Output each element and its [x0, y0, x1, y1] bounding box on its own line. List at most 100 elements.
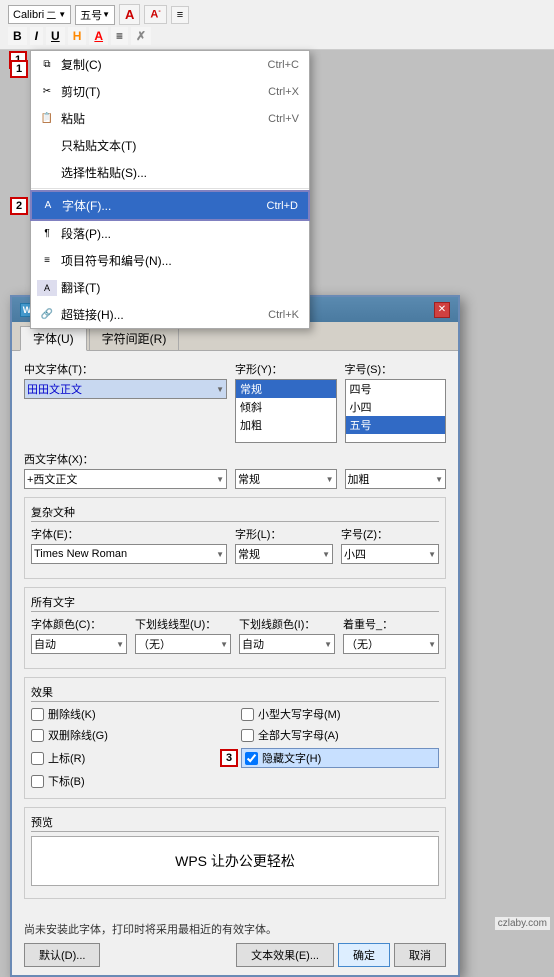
underline-color-select[interactable]: 自动 ▼ [239, 634, 335, 654]
menu-copy-label: 复制(C) [61, 56, 102, 73]
complex-size-select[interactable]: 小四 ▼ [341, 544, 439, 564]
effect-double-strikethrough: 双删除线(G) [31, 727, 229, 743]
menu-item-paragraph[interactable]: ¶ 段落(P)... [31, 220, 309, 247]
menu-item-font[interactable]: 2 A 字体(F)... Ctrl+D [31, 191, 309, 220]
all-text-section: 所有文字 字体颜色(C)： 自动 ▼ 下划线线型(U)： （无） ▼ [24, 587, 446, 669]
font-selector[interactable]: Calibri 二 ▼ [8, 5, 71, 24]
ok-button[interactable]: 确定 [338, 943, 390, 967]
context-menu: 1 ⧉ 复制(C) Ctrl+C ✂ 剪切(T) Ctrl+X 📋 粘贴 Ctr… [30, 50, 310, 329]
complex-font-select[interactable]: Times New Roman ▼ [31, 544, 227, 564]
menu-item-paste-text[interactable]: 只粘贴文本(T) [31, 132, 309, 159]
western-font-label: 西文字体(X)： [24, 451, 227, 467]
toolbar-row2: B I U H A ≡ ✗ [8, 27, 546, 45]
font-name-label: Calibri [13, 9, 44, 21]
menu-item-hyperlink[interactable]: 🔗 超链接(H)... Ctrl+K [31, 301, 309, 328]
tab-font[interactable]: 字体(U) [20, 326, 87, 351]
translate-icon: A [37, 280, 57, 296]
preview-box: WPS 让办公更轻松 [31, 836, 439, 886]
complex-size-label: 字号(Z)： [341, 526, 439, 542]
strikethrough-label: 删除线(K) [48, 706, 96, 722]
copy-icon: ⧉ [37, 57, 57, 73]
underline-button[interactable]: U [46, 27, 65, 45]
form-row-2: 西文字体(X)： +西文正文 ▼ 常规 ▼ 加粗 ▼ [24, 451, 446, 489]
menu-hyperlink-shortcut: Ctrl+K [268, 309, 299, 321]
emphasis-select[interactable]: （无） ▼ [343, 634, 439, 654]
tab-char-spacing[interactable]: 字符间距(R) [89, 326, 180, 350]
grow-font-button[interactable]: A [119, 4, 140, 25]
menu-cut-label: 剪切(T) [61, 83, 100, 100]
fontcolor-button[interactable]: A [89, 27, 108, 45]
footer-note: 尚未安装此字体，打印时将采用最相近的有效字体。 [24, 921, 446, 937]
clear-format-button[interactable]: ✗ [131, 27, 151, 45]
menu-paste-special-label: 选择性粘贴(S)... [61, 164, 147, 181]
footer-buttons: 默认(D)... 文本效果(E)... 确定 取消 [24, 943, 446, 967]
bold-button[interactable]: B [8, 27, 27, 45]
effect-subscript: 下标(B) [31, 773, 229, 789]
menu-paste-shortcut: Ctrl+V [268, 113, 299, 125]
menu-item-paste[interactable]: 📋 粘贴 Ctrl+V [31, 105, 309, 132]
size-selector[interactable]: 五号 ▼ [75, 5, 115, 25]
menu-item-copy[interactable]: ⧉ 复制(C) Ctrl+C [31, 51, 309, 78]
strikethrough-checkbox[interactable] [31, 708, 44, 721]
subscript-checkbox[interactable] [31, 775, 44, 788]
superscript-checkbox[interactable] [31, 752, 44, 765]
all-caps-checkbox[interactable] [241, 729, 254, 742]
font-color-select[interactable]: 自动 ▼ [31, 634, 127, 654]
effects-grid: 删除线(K) 小型大写字母(M) 双删除线(G) 全部大写字母(A) 上标(R) [31, 706, 439, 792]
badge-3: 3 [220, 749, 238, 767]
cancel-button[interactable]: 取消 [394, 943, 446, 967]
format-button[interactable]: ≡ [171, 6, 189, 24]
watermark: czlaby.com [495, 917, 550, 930]
highlight-button[interactable]: H [68, 27, 87, 45]
menu-font-label: 字体(F)... [62, 197, 111, 214]
effect-strikethrough: 删除线(K) [31, 706, 229, 722]
style-listbox[interactable]: 常规 倾斜 加粗 [235, 379, 337, 443]
effect-small-caps: 小型大写字母(M) [241, 706, 439, 722]
font-color-arrow-icon: ▼ [116, 640, 124, 649]
western-font-group: 西文字体(X)： +西文正文 ▼ [24, 451, 227, 489]
western-style-select[interactable]: 常规 ▼ [235, 469, 337, 489]
style-option-bold[interactable]: 加粗 [236, 416, 336, 434]
align-button[interactable]: ≡ [111, 27, 128, 45]
hyperlink-icon: 🔗 [37, 307, 57, 323]
badge-1: 1 [10, 60, 28, 78]
underline-color-value: 自动 [242, 636, 264, 652]
complex-style-select[interactable]: 常规 ▼ [235, 544, 333, 564]
toolbar: Calibri 二 ▼ 五号 ▼ A A- ≡ B I U H A ≡ ✗ [0, 0, 554, 50]
menu-item-paste-special[interactable]: 选择性粘贴(S)... [31, 159, 309, 186]
menu-font-shortcut: Ctrl+D [267, 200, 298, 212]
style-option-regular[interactable]: 常规 [236, 380, 336, 398]
menu-item-bullets[interactable]: ≡ 项目符号和编号(N)... [31, 247, 309, 274]
menu-item-translate[interactable]: A 翻译(T) [31, 274, 309, 301]
small-caps-checkbox[interactable] [241, 708, 254, 721]
complex-size-arrow-icon: ▼ [428, 550, 436, 559]
menu-cut-shortcut: Ctrl+X [268, 86, 299, 98]
hidden-checkbox[interactable] [245, 752, 258, 765]
default-button[interactable]: 默认(D)... [24, 943, 100, 967]
underline-type-select[interactable]: （无） ▼ [135, 634, 231, 654]
effect-hidden: 3 隐藏文字(H) [241, 748, 439, 768]
italic-button[interactable]: I [30, 27, 43, 45]
western-size-select[interactable]: 加粗 ▼ [345, 469, 447, 489]
complex-style-arrow-icon: ▼ [322, 550, 330, 559]
shrink-font-button[interactable]: A- [144, 5, 166, 24]
paste-special-icon [37, 165, 57, 181]
menu-item-cut[interactable]: ✂ 剪切(T) Ctrl+X [31, 78, 309, 105]
effects-section: 效果 删除线(K) 小型大写字母(M) 双删除线(G) 全部大写字母(A) [24, 677, 446, 799]
font-type-label: 二 [46, 7, 56, 22]
complex-size-group: 字号(Z)： 小四 ▼ [341, 526, 439, 564]
western-font-select[interactable]: +西文正文 ▼ [24, 469, 227, 489]
style-option-italic[interactable]: 倾斜 [236, 398, 336, 416]
size-option-5[interactable]: 五号 [346, 416, 446, 434]
size-option-4[interactable]: 四号 [346, 380, 446, 398]
menu-paragraph-label: 段落(P)... [61, 225, 111, 242]
size-listbox[interactable]: 四号 小四 五号 [345, 379, 447, 443]
dialog-close-button[interactable]: ✕ [434, 302, 450, 318]
western-style-value: 常规 [238, 471, 260, 487]
size-option-4small[interactable]: 小四 [346, 398, 446, 416]
text-effect-button[interactable]: 文本效果(E)... [236, 943, 334, 967]
double-strikethrough-checkbox[interactable] [31, 729, 44, 742]
chinese-font-select[interactable]: 田田文正文 ▼ [24, 379, 227, 399]
menu-translate-label: 翻译(T) [61, 279, 100, 296]
menu-copy-shortcut: Ctrl+C [268, 59, 299, 71]
